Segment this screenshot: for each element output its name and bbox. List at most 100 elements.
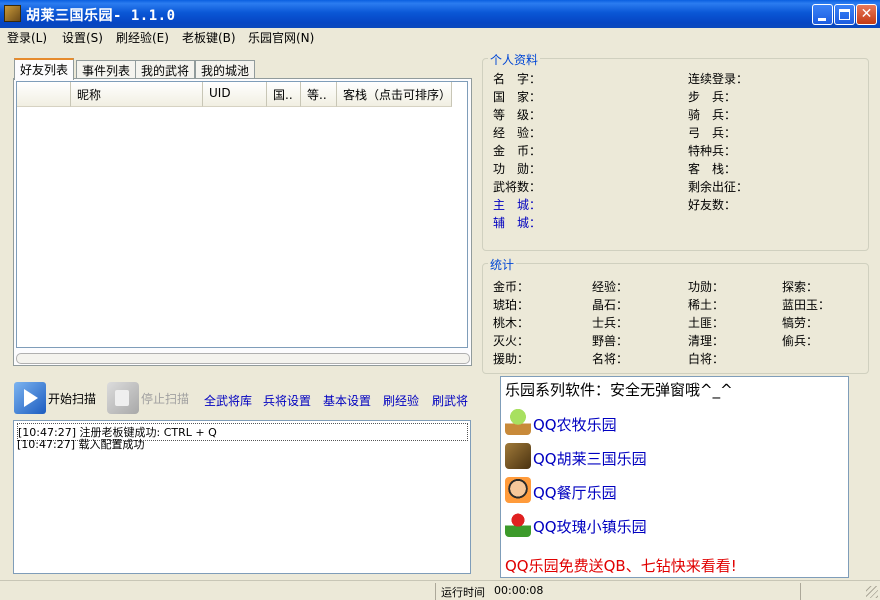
profile-field-label: 特种兵： [688,144,737,158]
stat-field-label: 士兵： [592,316,629,330]
stop-scan-label: 停止扫描 [141,391,190,406]
status-divider [435,583,436,600]
profile-field-label: 经 验： [493,126,542,140]
column-header-country[interactable]: 国.. [267,82,301,107]
menu-settings[interactable]: 设置(S) [62,29,103,46]
profile-field-label: 剩余出征： [688,180,749,194]
profile-field-label: 名 字： [493,72,542,86]
ad-link-label: QQ餐厅乐园 [533,484,617,502]
tab-my-cities[interactable]: 我的城池 [195,60,256,79]
stat-field-label: 琥珀： [493,298,530,312]
profile-field-label: 弓 兵： [688,126,737,140]
exp-link[interactable]: 刷经验 [383,392,419,409]
stat-field-label: 经验： [592,280,629,294]
stat-field-label: 清理： [688,334,725,348]
status-bar: 运行时间 00:00:08 [0,580,880,600]
tab-event-list[interactable]: 事件列表 [76,60,137,79]
ad-footer-link[interactable]: QQ乐园免费送QB、七钻快来看看! [505,555,737,576]
stat-field-label: 灭火： [493,334,530,348]
troop-settings-link[interactable]: 兵将设置 [263,392,311,409]
profile-field-label: 国 家： [493,90,542,104]
profile-field-label: 功 勋： [493,162,542,176]
stat-field-label: 野兽： [592,334,629,348]
friend-list-table[interactable]: 昵称 UID 国.. 等.. 客栈（点击可排序） [16,81,468,348]
log-box[interactable]: [10:47:27] 注册老板键成功: CTRL + Q [10:47:27] … [13,420,471,574]
maximize-icon [839,9,850,20]
resize-grip[interactable] [866,586,878,598]
minimize-icon [818,18,826,21]
column-header-select[interactable] [17,82,71,107]
start-scan-button[interactable]: 开始扫描 [14,382,96,414]
log-time: [10:47:27] [17,438,75,451]
stat-field-label: 援助： [493,352,530,366]
stat-field-label: 晶石： [592,298,629,312]
tab-friend-list[interactable]: 好友列表 [14,58,75,80]
profile-field-label: 好友数： [688,198,737,212]
profile-field-label: 连续登录： [688,72,749,86]
stat-field-label: 金币： [493,280,530,294]
horizontal-scrollbar[interactable] [16,353,470,364]
stat-field-label: 探索： [782,280,819,294]
stop-scan-button[interactable]: 停止扫描 [107,382,189,414]
stat-field-label: 蓝田玉： [782,298,831,312]
menu-login[interactable]: 登录(L) [7,29,47,46]
ad-link-restaurant[interactable]: QQ餐厅乐园 [505,471,617,503]
all-generals-link[interactable]: 全武将库 [204,392,252,409]
menu-exp[interactable]: 刷经验(E) [116,29,169,46]
farm-icon [505,409,531,435]
restaurant-icon [505,477,531,503]
profile-field-label: 等 级： [493,108,542,122]
close-icon: ✕ [860,6,873,22]
log-text: 载入配置成功 [78,438,145,451]
profile-field-label: 骑 兵： [688,108,737,122]
menu-website[interactable]: 乐园官网(N) [248,29,314,46]
stat-field-label: 稀土： [688,298,725,312]
profile-field-label: 武将数： [493,180,542,194]
ad-link-label: QQ胡莱三国乐园 [533,450,647,468]
ad-link-label: QQ玫瑰小镇乐园 [533,518,647,536]
stat-field-label: 功勋： [688,280,725,294]
ad-link-farm[interactable]: QQ农牧乐园 [505,403,617,435]
runtime-value: 00:00:08 [494,584,544,597]
profile-field-label: 主 城： [493,198,542,212]
stat-field-label: 土匪： [688,316,725,330]
start-scan-label: 开始扫描 [48,391,97,406]
profile-field-label: 客 栈： [688,162,737,176]
stat-field-label: 偷兵： [782,334,819,348]
stat-field-label: 名将： [592,352,629,366]
stop-icon [107,382,139,414]
column-header-nickname[interactable]: 昵称 [71,82,203,107]
ad-header: 乐园系列软件：安全无弹窗哦^_^ [505,381,733,399]
profile-field-label: 辅 城： [493,216,542,230]
status-divider [800,583,801,600]
title-bar[interactable]: 胡莱三国乐园- 1.1.0 ✕ [0,0,880,28]
column-header-level[interactable]: 等.. [301,82,337,107]
profile-field-label: 金 币： [493,144,542,158]
stats-title: 统计 [488,256,517,273]
column-header-inn[interactable]: 客栈（点击可排序） [337,82,452,107]
runtime-label: 运行时间 [441,586,485,599]
menu-bar: 登录(L) 设置(S) 刷经验(E) 老板键(B) 乐园官网(N) [0,28,880,46]
ad-panel: 乐园系列软件：安全无弹窗哦^_^ QQ农牧乐园 QQ胡莱三国乐园 QQ餐厅乐园 … [500,376,849,578]
stat-field-label: 白将： [688,352,725,366]
column-header-uid[interactable]: UID [203,82,267,107]
stat-field-label: 桃木： [493,316,530,330]
basic-settings-link[interactable]: 基本设置 [323,392,371,409]
ad-link-rose-town[interactable]: QQ玫瑰小镇乐园 [505,505,647,537]
three-kingdoms-icon [505,443,531,469]
profile-field-label: 步 兵： [688,90,737,104]
stat-field-label: 犒劳： [782,316,819,330]
close-button[interactable]: ✕ [856,4,877,25]
generals-link[interactable]: 刷武将 [432,392,468,409]
ad-link-three-kingdoms[interactable]: QQ胡莱三国乐园 [505,437,647,469]
profile-title: 个人资料 [488,51,541,68]
ad-link-label: QQ农牧乐园 [533,416,617,434]
app-icon [4,5,21,22]
log-line[interactable]: [10:47:27] 载入配置成功 [17,436,145,452]
maximize-button[interactable] [834,4,855,25]
tab-my-generals[interactable]: 我的武将 [135,60,196,79]
play-icon [14,382,46,414]
minimize-button[interactable] [812,4,833,25]
menu-boss-key[interactable]: 老板键(B) [182,29,236,46]
rose-icon [505,511,531,537]
